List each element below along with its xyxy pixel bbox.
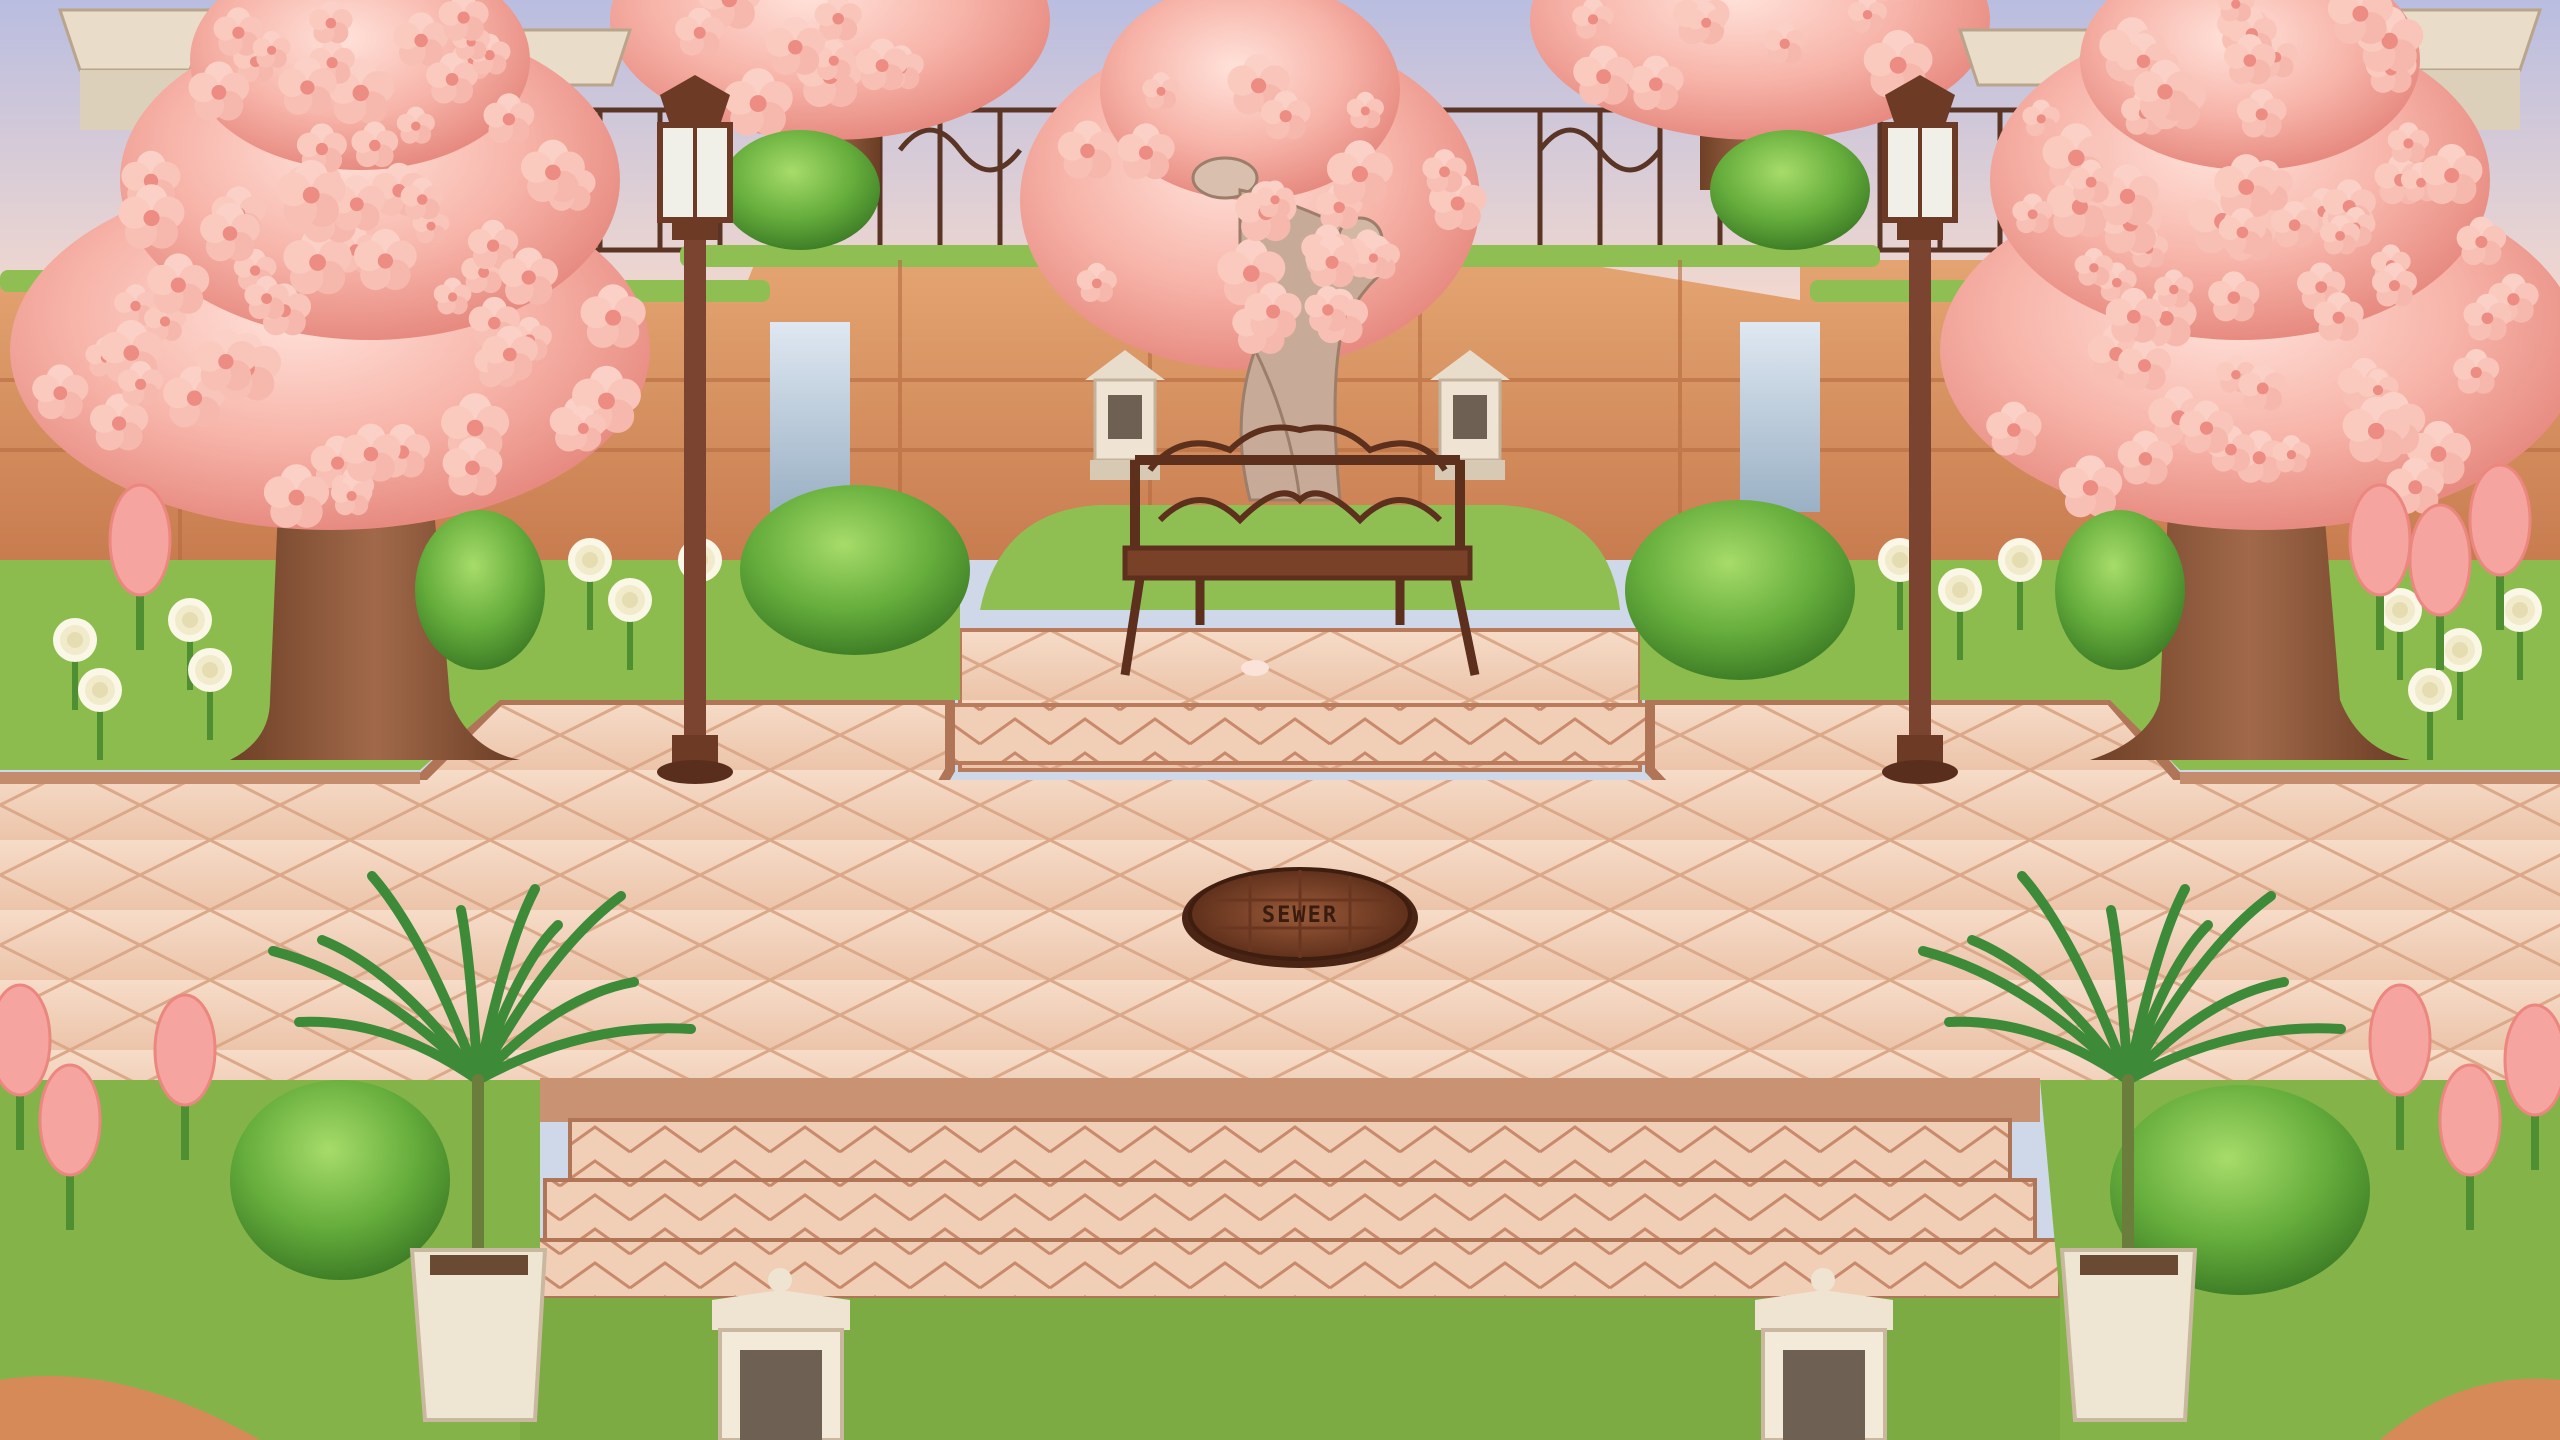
blossom-floret	[1848, 0, 1887, 33]
hyacinth-bloom	[2368, 983, 2432, 1097]
plaza-upper-step	[948, 703, 1652, 765]
manhole-label: SEWER	[1262, 903, 1338, 928]
blossom-floret	[2327, 0, 2393, 44]
front-step-top	[540, 1078, 2040, 1122]
plaza-edge-trim	[0, 772, 420, 784]
white-rose	[53, 618, 97, 662]
front-step-1	[568, 1118, 2012, 1182]
white-rose	[608, 578, 652, 622]
hyacinth-bloom	[2438, 1063, 2502, 1177]
white-rose	[568, 538, 612, 582]
blossom-floret	[438, 0, 489, 41]
dropped-petal	[1241, 660, 1269, 676]
plaza-edge-trim-right	[2180, 772, 2560, 784]
scene-canvas: SEWER	[0, 0, 2560, 1440]
front-step-2	[543, 1178, 2037, 1242]
hyacinth-bloom	[2468, 463, 2532, 577]
hyacinth-bloom	[38, 1063, 102, 1177]
hyacinth-bloom	[153, 993, 217, 1107]
shrub-right-tree	[2055, 510, 2185, 670]
shrub-left-back	[720, 130, 880, 250]
hyacinth-bloom	[2503, 1003, 2560, 1117]
hyacinth-bloom	[2408, 503, 2472, 617]
shrub-left-mid	[740, 485, 970, 655]
white-rose	[2498, 588, 2542, 632]
white-rose	[188, 648, 232, 692]
shrub-left-tree	[415, 510, 545, 670]
white-rose	[1938, 568, 1982, 612]
game-scene: SEWER	[0, 0, 2560, 1440]
white-rose	[2408, 668, 2452, 712]
white-rose	[78, 668, 122, 712]
manhole-cover: SEWER	[1182, 867, 1418, 968]
shrub-right-back	[1710, 130, 1870, 250]
white-rose	[1998, 538, 2042, 582]
white-rose	[2438, 628, 2482, 672]
white-rose	[168, 598, 212, 642]
hyacinth-bloom	[108, 483, 172, 597]
hyacinth-bloom	[0, 983, 52, 1097]
shrub-right-mid	[1625, 500, 1855, 680]
waterfall-right	[1740, 322, 1820, 512]
waterfall-left	[770, 322, 850, 512]
hyacinth-bloom	[2348, 483, 2412, 597]
